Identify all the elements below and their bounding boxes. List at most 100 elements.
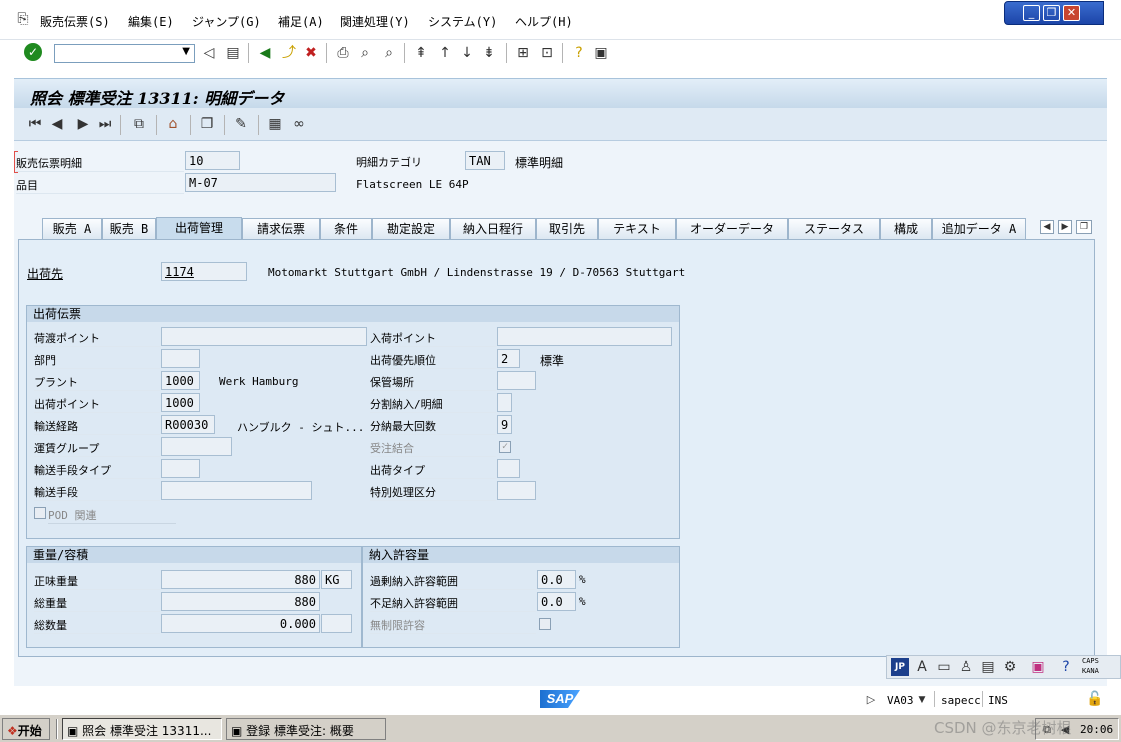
ime-jp-icon[interactable]: JP: [891, 658, 909, 676]
save-icon[interactable]: ▤: [224, 44, 242, 62]
right-field-6[interactable]: [497, 459, 520, 478]
restore-button[interactable]: ❐: [1043, 5, 1060, 21]
left-field-5[interactable]: [161, 437, 232, 456]
minimize-button[interactable]: _: [1023, 5, 1040, 21]
tab-sales-a[interactable]: 販売 A: [42, 218, 102, 240]
tab-structure[interactable]: 構成: [880, 218, 932, 240]
next-item-icon[interactable]: ▶: [74, 115, 92, 133]
tab-status[interactable]: ステータス: [788, 218, 880, 240]
tab-additional-data-a[interactable]: 追加データ A: [932, 218, 1026, 240]
next-page-icon[interactable]: ↓: [458, 44, 476, 62]
first-item-icon[interactable]: ⏮: [26, 115, 44, 133]
tab-shipping[interactable]: 出荷管理: [156, 217, 242, 241]
left-field-6[interactable]: [161, 459, 200, 478]
over-tolerance-unit: %: [579, 573, 586, 586]
left-field-0[interactable]: [161, 327, 367, 346]
menu-icon[interactable]: ⎘: [14, 10, 32, 28]
tab-texts[interactable]: テキスト: [598, 218, 676, 240]
menu-system[interactable]: システム(Y): [428, 13, 497, 30]
triangle-left-icon[interactable]: ◁: [200, 44, 218, 62]
print-icon[interactable]: ⎙: [334, 44, 352, 62]
tab-scroll-right-icon[interactable]: ▶: [1058, 220, 1072, 234]
chevron-down-icon[interactable]: ▼: [182, 46, 190, 57]
unlimited-tolerance-checkbox[interactable]: [539, 618, 551, 630]
dictionary-icon[interactable]: ▤: [979, 658, 997, 676]
net-weight-unit[interactable]: KG: [321, 570, 352, 589]
shipto-field[interactable]: 1174: [161, 262, 247, 281]
header-icon[interactable]: ⌂: [164, 115, 182, 133]
calculator-icon[interactable]: ▦: [266, 115, 284, 133]
volume-unit[interactable]: [321, 614, 352, 633]
display-document-flow-icon[interactable]: ⧉: [130, 115, 148, 133]
gross-weight-field[interactable]: 880: [161, 592, 320, 611]
close-button[interactable]: ✕: [1063, 5, 1080, 21]
right-field-3[interactable]: [497, 393, 512, 412]
glasses-icon[interactable]: ∞: [290, 115, 308, 133]
stack-icon[interactable]: ▣: [1029, 658, 1047, 676]
right-field-4[interactable]: 9: [497, 415, 512, 434]
left-field-1[interactable]: [161, 349, 200, 368]
tab-list-icon[interactable]: ❐: [1076, 220, 1092, 234]
last-item-icon[interactable]: ⏭: [96, 115, 114, 133]
help-icon[interactable]: ?: [570, 44, 588, 62]
exit-icon[interactable]: ⤴: [280, 44, 298, 62]
shortcut-icon[interactable]: ⊡: [538, 44, 556, 62]
menu-help[interactable]: ヘルプ(H): [515, 13, 573, 30]
tab-order-data[interactable]: オーダーデータ: [676, 218, 788, 240]
tab-partners[interactable]: 取引先: [536, 218, 598, 240]
volume-field[interactable]: 0.000: [161, 614, 320, 633]
right-field-7[interactable]: [497, 481, 536, 500]
start-button[interactable]: ❖开始: [2, 718, 50, 740]
header-item-field[interactable]: 10: [185, 151, 240, 170]
previous-page-icon[interactable]: ↑: [436, 44, 454, 62]
taskbar-item-display-order[interactable]: ▣ 照会 標準受注 13311...: [62, 718, 222, 740]
back-icon[interactable]: ◀: [256, 44, 274, 62]
header-category-field[interactable]: TAN: [465, 151, 505, 170]
find-next-icon[interactable]: ⌕: [380, 44, 398, 62]
menu-goto[interactable]: ジャンプ(G): [192, 13, 261, 30]
taskbar-item-create-order[interactable]: ▣ 登録 標準受注: 概要: [226, 718, 386, 740]
right-field-0[interactable]: [497, 327, 672, 346]
net-weight-field[interactable]: 880: [161, 570, 320, 589]
shipto-label[interactable]: 出荷先: [27, 265, 63, 282]
last-page-icon[interactable]: ⇟: [480, 44, 498, 62]
header-material-field[interactable]: M-07: [185, 173, 336, 192]
new-session-icon[interactable]: ⊞: [514, 44, 532, 62]
under-tolerance-field[interactable]: 0.0: [537, 592, 576, 611]
right-field-2[interactable]: [497, 371, 536, 390]
console-icon[interactable]: ▭: [935, 658, 953, 676]
cancel-icon[interactable]: ✖: [302, 44, 320, 62]
right-field-1[interactable]: 2: [497, 349, 520, 368]
edit-icon[interactable]: ✎: [232, 115, 250, 133]
tab-scroll-left-icon[interactable]: ◀: [1040, 220, 1054, 234]
user-icon[interactable]: ♙: [957, 658, 975, 676]
menu-environment[interactable]: 関連処理(Y): [340, 13, 410, 30]
layout-menu-icon[interactable]: ▣: [592, 44, 610, 62]
tab-account-assignment[interactable]: 勘定設定: [372, 218, 450, 240]
command-field[interactable]: ▼: [54, 44, 195, 63]
chevron-down-icon[interactable]: ▼: [913, 691, 931, 709]
settings-icon[interactable]: ⚙: [1001, 658, 1019, 676]
over-tolerance-field[interactable]: 0.0: [537, 570, 576, 589]
font-icon[interactable]: A: [913, 658, 931, 676]
left-field-7[interactable]: [161, 481, 312, 500]
find-icon[interactable]: ⌕: [356, 44, 374, 62]
menu-edit[interactable]: 編集(E): [128, 13, 174, 30]
previous-item-icon[interactable]: ◀: [48, 115, 66, 133]
pod-checkbox[interactable]: [34, 507, 46, 519]
menu-extras[interactable]: 補足(A): [278, 13, 324, 30]
left-field-3[interactable]: 1000: [161, 393, 200, 412]
tab-sales-b[interactable]: 販売 B: [102, 218, 156, 240]
info-icon[interactable]: ?: [1057, 658, 1075, 676]
menu-sales-document[interactable]: 販売伝票(S): [40, 13, 110, 30]
status-expand-icon[interactable]: ▷: [862, 691, 880, 709]
left-field-4[interactable]: R00030: [161, 415, 215, 434]
enter-icon[interactable]: ✓: [24, 43, 42, 61]
left-field-2[interactable]: 1000: [161, 371, 200, 390]
tab-schedule-lines[interactable]: 納入日程行: [450, 218, 536, 240]
first-page-icon[interactable]: ⇞: [412, 44, 430, 62]
tab-billing[interactable]: 請求伝票: [242, 218, 320, 240]
tab-conditions[interactable]: 条件: [320, 218, 372, 240]
display-icon[interactable]: ❐: [198, 115, 216, 133]
order-combination-checkbox[interactable]: ✓: [499, 441, 511, 453]
